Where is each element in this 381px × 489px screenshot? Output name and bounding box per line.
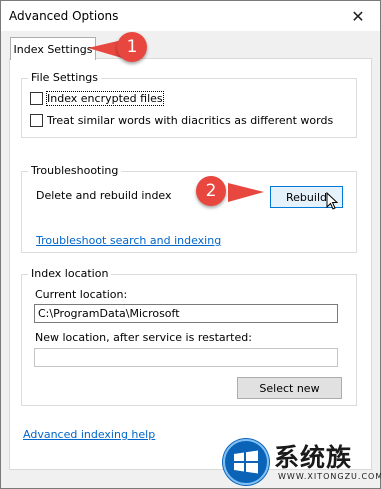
advanced-indexing-help-link[interactable]: Advanced indexing help — [23, 428, 155, 441]
diacritics-option[interactable]: Treat similar words with diacritics as d… — [30, 114, 333, 127]
troubleshoot-link[interactable]: Troubleshoot search and indexing — [36, 234, 221, 247]
index-encrypted-option[interactable]: Index encrypted files — [30, 91, 164, 106]
file-settings-legend: File Settings — [28, 71, 102, 84]
current-location-field: C:\ProgramData\Microsoft — [34, 304, 338, 323]
diacritics-checkbox[interactable] — [30, 114, 43, 127]
xitongzu-watermark: 系统族 WWW.XITONGZU.COM — [218, 432, 381, 489]
current-location-value: C:\ProgramData\Microsoft — [38, 307, 180, 320]
window-title: Advanced Options — [9, 9, 119, 23]
title-bar: Advanced Options ✕ — [1, 1, 380, 31]
callout-2-pointer — [228, 183, 264, 202]
callout-badge-2: 2 — [196, 176, 226, 206]
index-encrypted-label: Index encrypted files — [46, 91, 164, 106]
select-new-label: Select new — [259, 381, 320, 395]
new-location-field — [34, 348, 338, 367]
diacritics-label: Treat similar words with diacritics as d… — [47, 114, 334, 127]
callout-1-number: 1 — [126, 37, 138, 57]
current-location-label: Current location: — [35, 288, 128, 301]
callout-badge-1: 1 — [117, 32, 147, 62]
callout-2-number: 2 — [205, 181, 217, 201]
troubleshooting-legend: Troubleshooting — [28, 164, 122, 177]
index-encrypted-checkbox[interactable] — [30, 92, 43, 105]
tab-index-settings[interactable]: Index Settings — [10, 37, 96, 60]
mouse-cursor-icon — [326, 192, 339, 210]
windows-logo-icon — [222, 438, 270, 486]
watermark-url: WWW.XITONGZU.COM — [278, 472, 381, 481]
rebuild-button-label: Rebuild — [286, 190, 327, 204]
close-icon: ✕ — [351, 6, 365, 26]
index-location-legend: Index location — [28, 267, 112, 280]
file-settings-group: File Settings Index encrypted files Trea… — [21, 71, 357, 138]
troubleshooting-group: Troubleshooting Delete and rebuild index… — [21, 164, 357, 253]
close-button[interactable]: ✕ — [336, 1, 380, 31]
new-location-label: New location, after service is restarted… — [35, 331, 252, 344]
tab-label: Index Settings — [13, 42, 93, 56]
index-settings-panel: File Settings Index encrypted files Trea… — [9, 58, 372, 470]
watermark-brand: 系统族 — [274, 443, 353, 472]
advanced-options-dialog: Advanced Options ✕ Index Settings File S… — [0, 0, 381, 489]
rebuild-prompt: Delete and rebuild index — [36, 189, 172, 202]
select-new-button[interactable]: Select new — [237, 377, 342, 399]
index-location-group: Index location Current location: C:\Prog… — [21, 267, 357, 406]
